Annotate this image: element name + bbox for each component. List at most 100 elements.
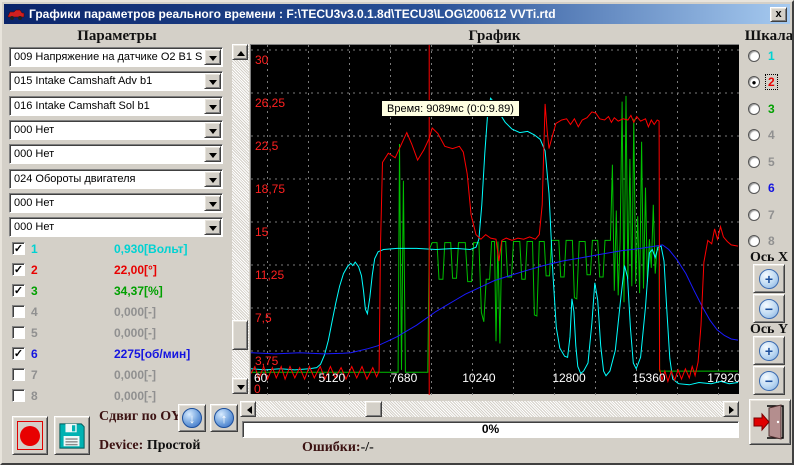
dropdown-arrow-icon[interactable]: [204, 73, 221, 89]
y-tick-label: 11,25: [255, 268, 284, 282]
param-row: ✓62275[об/мин]: [2, 345, 224, 364]
scale-radio-row: 6: [748, 181, 794, 197]
scale-radio-row: 3: [748, 102, 794, 118]
scroll-left-icon[interactable]: [240, 401, 256, 417]
x-tick-label: 17920: [707, 371, 740, 385]
param-checkbox-7[interactable]: [12, 368, 25, 381]
x-tick-label: 5120: [318, 371, 345, 385]
param-row: ✓222,00[°]: [2, 261, 224, 280]
x-tick-label: 10240: [462, 371, 496, 385]
errors-value: -/-: [361, 440, 374, 455]
param-value: 0,000[-]: [114, 305, 156, 319]
dropdown-arrow-icon[interactable]: [204, 171, 221, 187]
x-tick-label: 15360: [632, 371, 666, 385]
vertical-scrollbar[interactable]: [232, 44, 249, 394]
param-select-5[interactable]: 000 Нет: [9, 144, 223, 164]
param-checkbox-4[interactable]: [12, 305, 25, 318]
scale-radio-1[interactable]: [748, 50, 760, 62]
axis-x-zoom-in-button[interactable]: +: [753, 264, 785, 293]
plus-icon: +: [759, 341, 779, 361]
scale-radio-8[interactable]: [748, 235, 760, 247]
app-car-icon: [7, 7, 25, 21]
scroll-down-icon[interactable]: [232, 378, 248, 394]
param-select-2[interactable]: 015 Intake Camshaft Adv b1: [9, 71, 223, 91]
scroll-up-icon[interactable]: [232, 44, 248, 60]
param-value: 34,37[%]: [114, 284, 163, 298]
chart-header: График: [250, 28, 739, 45]
dropdown-arrow-icon[interactable]: [204, 98, 221, 114]
device-line: Device: Простой: [99, 438, 200, 454]
app-window: Графики параметров реального времени : F…: [0, 0, 794, 465]
scale-radio-row: 4: [748, 128, 794, 144]
scale-radio-3[interactable]: [748, 103, 760, 115]
horizontal-scrollbar[interactable]: [240, 401, 739, 417]
scale-radio-7[interactable]: [748, 209, 760, 221]
device-value: Простой: [147, 438, 201, 453]
param-checkbox-8[interactable]: [12, 389, 25, 402]
param-select-7[interactable]: 000 Нет: [9, 193, 223, 213]
param-checkbox-6[interactable]: ✓: [12, 347, 25, 360]
param-checkbox-3[interactable]: ✓: [12, 284, 25, 297]
scale-header: Шкала: [742, 28, 794, 45]
title-bar: Графики параметров реального времени : F…: [4, 4, 790, 24]
scale-radio-6[interactable]: [748, 182, 760, 194]
dropdown-arrow-icon[interactable]: [204, 146, 221, 162]
param-checkbox-5[interactable]: [12, 326, 25, 339]
plus-icon: +: [759, 269, 779, 289]
minus-icon: −: [759, 299, 779, 319]
scale-radio-row: ●2: [748, 75, 794, 91]
close-button[interactable]: x: [770, 7, 787, 22]
param-select-1[interactable]: 009 Напряжение на датчике O2 B1 S: [9, 47, 223, 67]
y-tick-label: 26,25: [255, 96, 285, 110]
scale-radio-5[interactable]: [748, 156, 760, 168]
scroll-right-icon[interactable]: [723, 401, 739, 417]
scale-radio-4[interactable]: [748, 129, 760, 141]
param-value: 22,00[°]: [114, 263, 157, 277]
minus-icon: −: [759, 371, 779, 391]
param-checkbox-2[interactable]: ✓: [12, 263, 25, 276]
vscroll-thumb[interactable]: [232, 320, 248, 350]
axis-y-zoom-in-button[interactable]: +: [753, 336, 785, 365]
hscroll-thumb[interactable]: [365, 401, 382, 417]
param-value: 2275[об/мин]: [114, 347, 190, 361]
shift-oy-label: Сдвиг по OY: [99, 409, 181, 425]
save-button[interactable]: [54, 416, 90, 455]
param-value: 0,000[-]: [114, 326, 156, 340]
cursor-tooltip: Время: 9089мс (0:0:9.89): [381, 100, 520, 117]
scale-radio-row: 1: [748, 49, 794, 65]
dropdown-arrow-icon[interactable]: [204, 49, 221, 65]
dropdown-arrow-icon[interactable]: [204, 195, 221, 211]
scale-radio-2[interactable]: ●: [748, 76, 760, 88]
y-tick-label: 18,75: [255, 182, 285, 196]
exit-button[interactable]: [749, 399, 791, 445]
param-checkbox-1[interactable]: ✓: [12, 242, 25, 255]
param-select-6[interactable]: 024 Обороты двигателя: [9, 169, 223, 189]
window-title: Графики параметров реального времени : F…: [29, 7, 556, 21]
param-select-3[interactable]: 016 Intake Camshaft Sol b1: [9, 96, 223, 116]
floppy-icon: [58, 422, 86, 450]
axis-x-zoom-out-button[interactable]: −: [753, 294, 785, 323]
y-tick-label: 22,5: [255, 139, 279, 153]
y-tick-label: 15: [255, 225, 269, 239]
axis-y-zoom-out-button[interactable]: −: [753, 366, 785, 395]
shift-down-button[interactable]: ↓: [178, 404, 206, 432]
dropdown-arrow-icon[interactable]: [204, 219, 221, 235]
y-tick-label: 3,75: [255, 354, 279, 368]
param-row: 50,000[-]: [2, 324, 224, 343]
errors-label: Ошибки:: [302, 440, 361, 455]
shift-up-button[interactable]: ↑: [210, 404, 238, 432]
chart-plot[interactable]: 6051207680102401280015360179203026,2522,…: [250, 44, 739, 394]
scale-radio-row: 7: [748, 208, 794, 224]
down-arrow-icon: ↓: [182, 408, 202, 428]
dropdown-arrow-icon[interactable]: [204, 122, 221, 138]
param-row: ✓334,37[%]: [2, 282, 224, 301]
param-select-8[interactable]: 000 Нет: [9, 217, 223, 237]
series-param3-camshaft-solenoid-pct: [251, 96, 738, 372]
chart-canvas: 6051207680102401280015360179203026,2522,…: [251, 45, 740, 395]
parameters-header: Параметры: [2, 28, 232, 45]
param-value: 0,930[Вольт]: [114, 242, 188, 256]
record-button[interactable]: [12, 416, 48, 455]
param-row: 40,000[-]: [2, 303, 224, 322]
param-select-4[interactable]: 000 Нет: [9, 120, 223, 140]
scale-radio-row: 8: [748, 234, 794, 250]
